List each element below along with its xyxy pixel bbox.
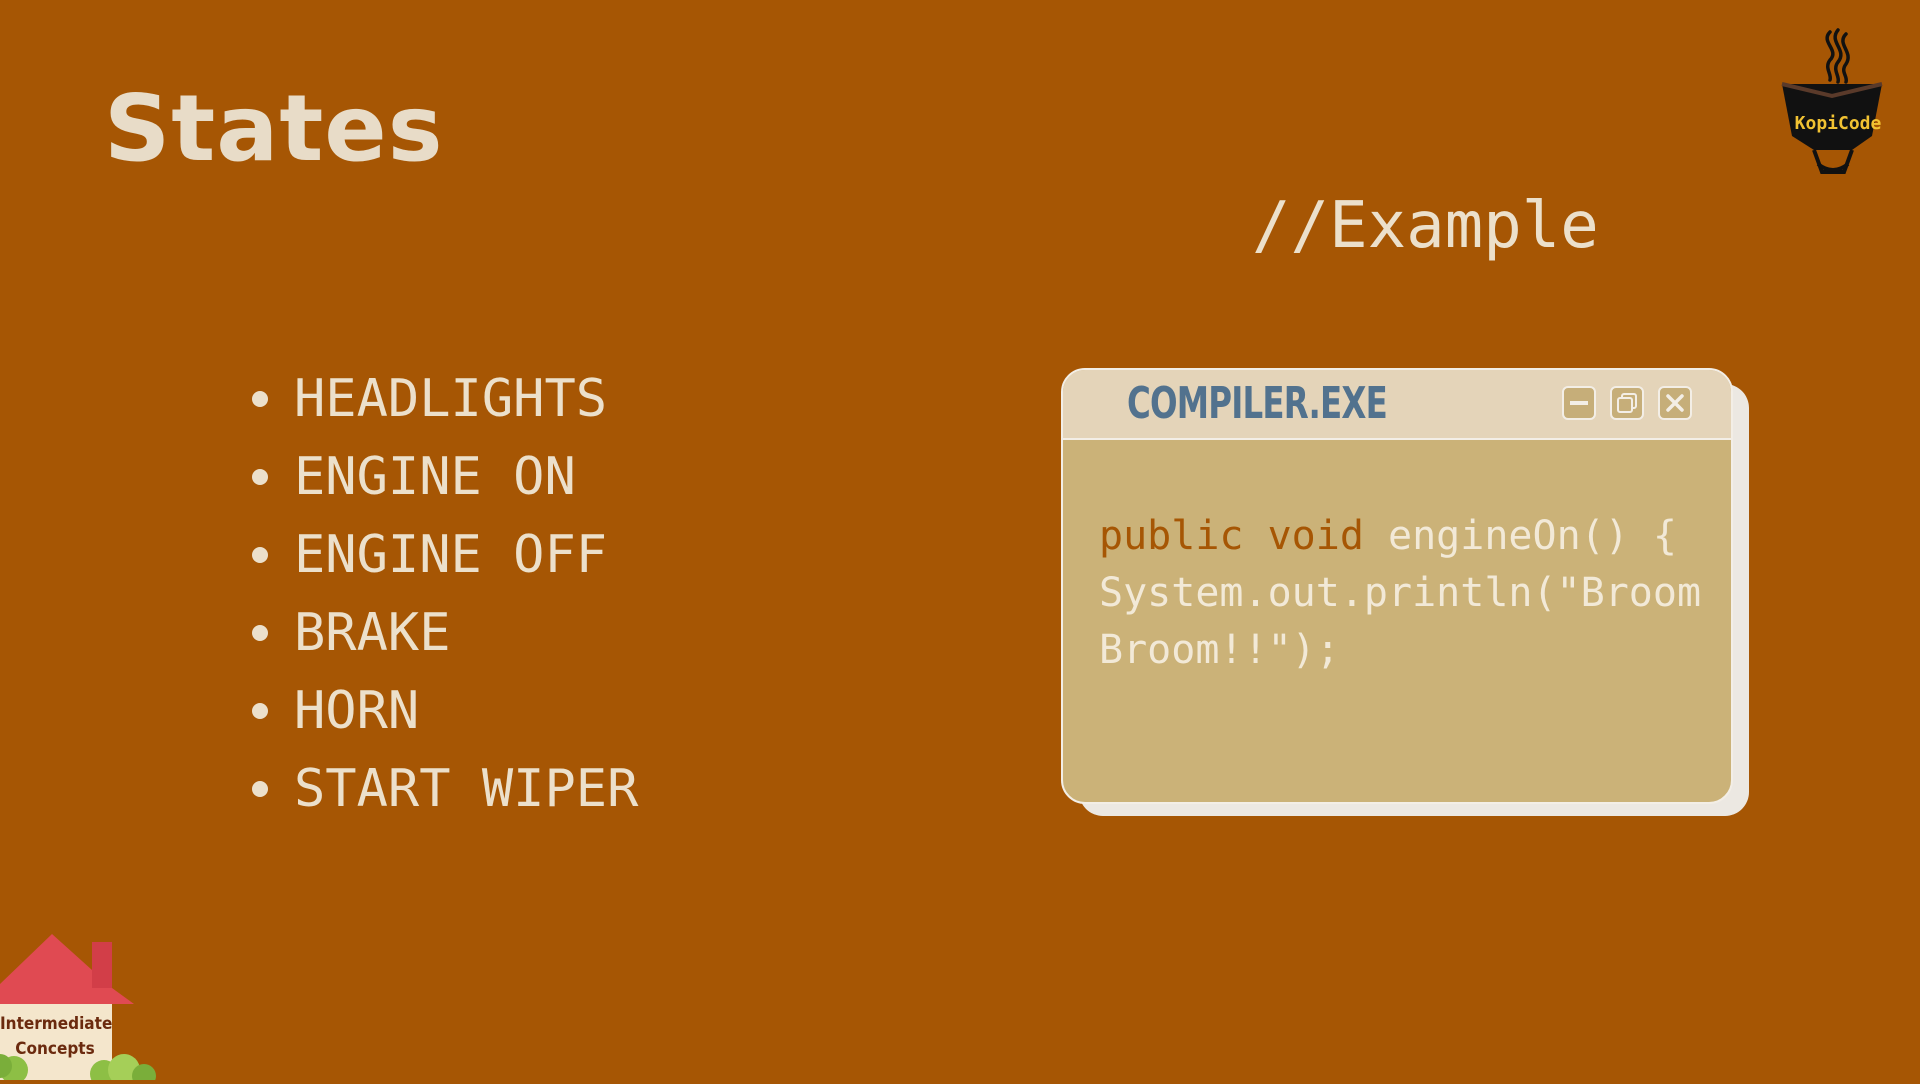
window-titlebar[interactable]: COMPILER.EXE — [1063, 370, 1731, 440]
list-item: HORN — [240, 672, 638, 750]
code-block: public void engineOn() { System.out.prin… — [1099, 508, 1719, 679]
coffee-cup-icon — [1781, 28, 1883, 174]
minimize-icon — [1570, 401, 1588, 405]
bullet-icon — [252, 469, 268, 485]
maximize-icon — [1617, 393, 1637, 413]
list-item-label: HORN — [294, 681, 420, 741]
code-line-3: Broom!!"); — [1099, 627, 1340, 673]
compiler-window: COMPILER.EXE public void engineOn() { Sy… — [1061, 368, 1751, 818]
badge-line-2: Concepts — [15, 1039, 95, 1059]
bullet-icon — [252, 391, 268, 407]
list-item: HEADLIGHTS — [240, 360, 638, 438]
intermediate-concepts-badge: Intermediate Concepts — [0, 930, 160, 1084]
window-frame: COMPILER.EXE public void engineOn() { Sy… — [1061, 368, 1733, 804]
list-item: ENGINE ON — [240, 438, 638, 516]
code-keywords: public void — [1099, 513, 1364, 559]
close-icon — [1666, 394, 1684, 412]
list-item-label: BRAKE — [294, 603, 451, 663]
window-title: COMPILER.EXE — [1127, 378, 1388, 429]
bullet-icon — [252, 547, 268, 563]
logo-text: KopiCode — [1794, 113, 1882, 134]
list-item-label: START WIPER — [294, 759, 639, 819]
slide-title: States — [104, 75, 444, 182]
list-item: BRAKE — [240, 594, 638, 672]
list-item-label: ENGINE OFF — [294, 525, 608, 585]
list-item: START WIPER — [240, 750, 638, 828]
code-line-2: System.out.println("Broom — [1099, 570, 1702, 616]
close-button[interactable] — [1658, 386, 1692, 420]
list-item: ENGINE OFF — [240, 516, 638, 594]
maximize-button[interactable] — [1610, 386, 1644, 420]
states-list: HEADLIGHTS ENGINE ON ENGINE OFF BRAKE HO… — [240, 360, 638, 828]
bullet-icon — [252, 703, 268, 719]
list-item-label: ENGINE ON — [294, 447, 576, 507]
code-line-1: engineOn() { — [1363, 513, 1677, 559]
bullet-icon — [252, 625, 268, 641]
minimize-button[interactable] — [1562, 386, 1596, 420]
badge-label: Intermediate Concepts — [0, 1012, 113, 1062]
badge-line-1: Intermediate — [0, 1014, 113, 1034]
bullet-icon — [252, 781, 268, 797]
kopicode-logo: KopiCode — [1774, 24, 1890, 186]
list-item-label: HEADLIGHTS — [294, 369, 608, 429]
example-label: //Example — [1252, 189, 1599, 263]
